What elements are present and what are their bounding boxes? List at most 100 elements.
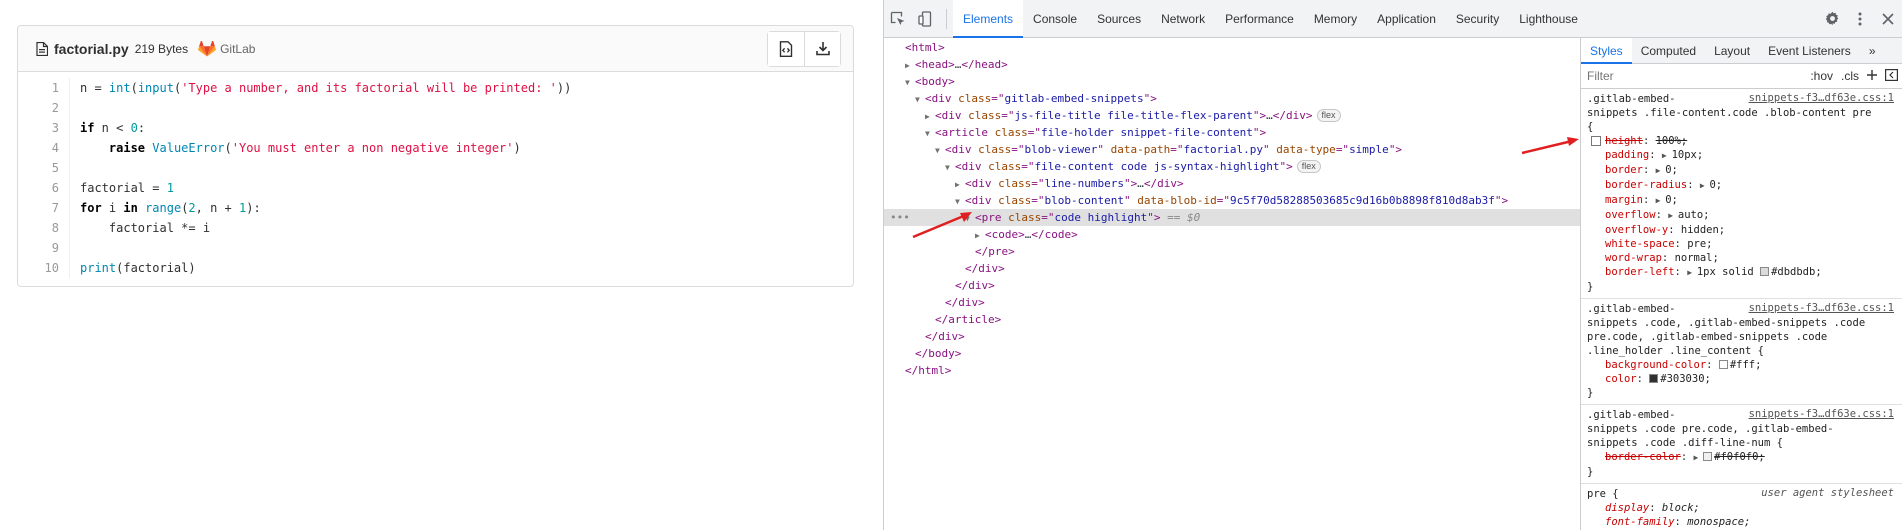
new-rule-button[interactable] — [1867, 69, 1877, 83]
css-declaration[interactable]: border-radius: ▶ 0; — [1587, 178, 1894, 193]
property-name[interactable]: color — [1605, 373, 1637, 385]
line-number[interactable]: 8 — [18, 218, 59, 238]
property-value[interactable]: 0; — [1709, 179, 1722, 191]
stylesheet-link[interactable]: snippets-f3…df63e.css:1 — [1749, 92, 1894, 104]
line-number[interactable]: 3 — [18, 118, 59, 138]
expand-shorthand-icon[interactable]: ▶ — [1656, 196, 1666, 205]
dom-node[interactable]: </div> — [884, 328, 1580, 345]
tab-console[interactable]: Console — [1023, 0, 1087, 38]
rule-selector[interactable]: snippets .code, .gitlab-embed-snippets .… — [1587, 316, 1894, 330]
css-declaration[interactable]: border-color: ▶ #f0f0f0; — [1587, 450, 1894, 465]
expand-shorthand-icon[interactable]: ▶ — [1687, 268, 1697, 277]
settings-button[interactable] — [1818, 0, 1846, 38]
gitlab-link[interactable]: GitLab — [220, 42, 255, 56]
dom-node[interactable]: ▼ <div class="blob-content" data-blob-id=… — [884, 192, 1580, 209]
rule-selector[interactable]: snippets .code pre.code, .gitlab-embed- — [1587, 422, 1894, 436]
tab-event-listeners[interactable]: Event Listeners — [1759, 38, 1860, 64]
color-value[interactable]: #fff; — [1730, 359, 1762, 371]
property-name[interactable]: font-family — [1605, 516, 1675, 528]
collapse-triangle-icon[interactable]: ▼ — [905, 74, 915, 91]
line-number[interactable]: 4 — [18, 138, 59, 158]
code-line[interactable]: factorial *= i — [80, 218, 571, 238]
dom-node[interactable]: ▶ <div class="line-numbers">…</div> — [884, 175, 1580, 192]
tab-application[interactable]: Application — [1367, 0, 1446, 38]
expand-triangle-icon[interactable]: ▶ — [925, 108, 935, 125]
collapse-triangle-icon[interactable]: ▼ — [965, 210, 975, 227]
color-value[interactable]: #303030; — [1660, 373, 1711, 385]
rule-selector[interactable]: pre.code, .gitlab-embed-snippets .code — [1587, 330, 1894, 344]
tab-memory[interactable]: Memory — [1304, 0, 1367, 38]
color-swatch[interactable] — [1703, 452, 1713, 461]
property-value[interactable]: pre; — [1687, 238, 1712, 250]
rule-selector[interactable]: .line_holder .line_content { — [1587, 344, 1894, 358]
tab-styles[interactable]: Styles — [1581, 37, 1632, 64]
code-line[interactable]: if n < 0: — [80, 118, 571, 138]
css-declaration[interactable]: overflow-y: hidden; — [1587, 223, 1894, 237]
collapse-triangle-icon[interactable]: ▼ — [915, 91, 925, 108]
dom-node[interactable]: </article> — [884, 311, 1580, 328]
stylesheet-link[interactable]: snippets-f3…df63e.css:1 — [1749, 302, 1894, 314]
property-value[interactable]: monospace; — [1687, 516, 1750, 528]
property-value[interactable]: 0; — [1665, 164, 1678, 176]
property-name[interactable]: border-radius — [1605, 179, 1687, 191]
property-value[interactable]: 0; — [1665, 194, 1678, 206]
tab-lighthouse[interactable]: Lighthouse — [1509, 0, 1588, 38]
device-toolbar-button[interactable] — [912, 0, 940, 38]
line-number[interactable]: 6 — [18, 178, 59, 198]
rule-selector[interactable]: { — [1587, 120, 1894, 134]
collapse-triangle-icon[interactable]: ▼ — [945, 159, 955, 176]
tab-security[interactable]: Security — [1446, 0, 1509, 38]
dom-node[interactable]: ▼ <div class="blob-viewer" data-path="fac… — [884, 141, 1580, 158]
dom-node[interactable]: </div> — [884, 277, 1580, 294]
property-value[interactable]: hidden; — [1681, 224, 1725, 236]
property-value[interactable]: auto; — [1678, 209, 1710, 221]
property-value[interactable]: block; — [1662, 502, 1700, 514]
property-name[interactable]: overflow — [1605, 209, 1656, 221]
color-value[interactable]: #f0f0f0; — [1714, 451, 1765, 463]
css-declaration[interactable]: border-left: ▶ 1px solid #dbdbdb; — [1587, 265, 1894, 280]
tab-computed[interactable]: Computed — [1632, 38, 1705, 64]
dom-node[interactable]: </body> — [884, 345, 1580, 362]
color-swatch[interactable] — [1760, 267, 1770, 276]
tab-performance[interactable]: Performance — [1215, 0, 1304, 38]
code-line[interactable]: n = int(input('Type a number, and its fa… — [80, 78, 571, 98]
dom-node[interactable]: ▼ <div class="file-content code js-syntax… — [884, 158, 1580, 175]
property-name[interactable]: display — [1605, 502, 1649, 514]
dom-node[interactable]: ▶ <head>…</head> — [884, 56, 1580, 73]
css-declaration[interactable]: background-color: #fff; — [1587, 358, 1894, 372]
dom-node[interactable]: ▶ <div class="js-file-title file-title-fl… — [884, 107, 1580, 124]
property-name[interactable]: border-left — [1605, 266, 1675, 278]
dom-node[interactable]: </div> — [884, 294, 1580, 311]
code-line[interactable]: print(factorial) — [80, 258, 571, 278]
download-button[interactable] — [804, 31, 840, 66]
line-number[interactable]: 7 — [18, 198, 59, 218]
color-value[interactable]: #dbdbdb; — [1771, 266, 1822, 278]
property-value[interactable]: 100%; — [1656, 135, 1688, 147]
file-name[interactable]: factorial.py — [54, 41, 129, 57]
line-number[interactable]: 1 — [18, 78, 59, 98]
cls-toggle[interactable]: .cls — [1841, 69, 1859, 83]
styles-filter-input[interactable] — [1587, 66, 1803, 86]
hov-toggle[interactable]: :hov — [1810, 69, 1833, 83]
dom-node[interactable]: ▼ <div class="gitlab-embed-snippets"> — [884, 90, 1580, 107]
property-name[interactable]: border-color — [1605, 451, 1681, 463]
expand-shorthand-icon[interactable]: ▶ — [1656, 166, 1666, 175]
property-name[interactable]: margin — [1605, 194, 1643, 206]
collapse-triangle-icon[interactable]: ▼ — [925, 125, 935, 142]
property-name[interactable]: overflow-y — [1605, 224, 1668, 236]
dom-node[interactable]: ••• ▼ <pre class="code highlight"> == $0 — [884, 209, 1580, 226]
collapse-triangle-icon[interactable]: ▼ — [955, 193, 965, 210]
css-declaration[interactable]: margin: ▶ 0; — [1587, 193, 1894, 208]
expand-triangle-icon[interactable]: ▶ — [955, 176, 965, 193]
expand-triangle-icon[interactable]: ▶ — [905, 57, 915, 74]
expand-shorthand-icon[interactable]: ▶ — [1694, 453, 1704, 462]
property-value[interactable]: normal; — [1675, 252, 1719, 264]
property-name[interactable]: white-space — [1605, 238, 1675, 250]
close-devtools-button[interactable] — [1874, 0, 1902, 38]
dom-node[interactable]: </div> — [884, 260, 1580, 277]
css-declaration[interactable]: display: block; — [1587, 501, 1894, 515]
code-line[interactable]: for i in range(2, n + 1): — [80, 198, 571, 218]
property-name[interactable]: border — [1605, 164, 1643, 176]
rule-selector[interactable]: snippets .code .diff-line-num { — [1587, 436, 1894, 450]
color-swatch[interactable] — [1718, 360, 1728, 369]
